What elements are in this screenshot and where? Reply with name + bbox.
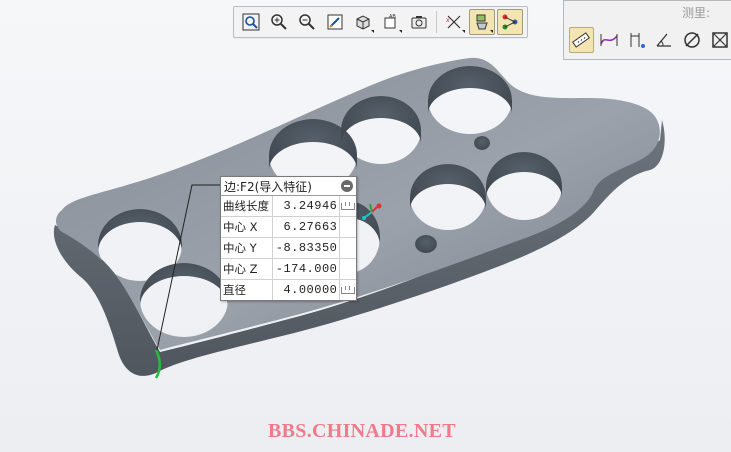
info-label: 中心 X — [221, 217, 273, 237]
measure-panel-title: 测里: — [681, 6, 710, 20]
measure-diameter-icon[interactable] — [680, 27, 705, 53]
info-label: 中心 Z — [221, 259, 273, 279]
info-value: -174.000 — [273, 259, 341, 279]
measure-length-icon[interactable] — [569, 27, 594, 53]
repaint-icon[interactable] — [322, 9, 348, 35]
info-label: 中心 Y — [221, 238, 273, 258]
measure-angle-icon[interactable] — [652, 27, 677, 53]
annotation-display-icon[interactable] — [469, 9, 495, 35]
zoom-out-icon[interactable] — [294, 9, 320, 35]
measure-area-icon[interactable] — [707, 27, 731, 53]
info-value: 6.27663 — [273, 217, 341, 237]
measure-panel: 测里: — [563, 0, 731, 60]
display-style-icon[interactable] — [350, 9, 376, 35]
model-viewport[interactable] — [0, 0, 731, 452]
measure-distance-icon[interactable] — [624, 27, 649, 53]
info-label: 曲线长度 — [221, 196, 273, 216]
view-manager-icon[interactable] — [406, 9, 432, 35]
info-value: 3.24946 — [273, 196, 341, 216]
toolbar-separator — [436, 11, 437, 33]
info-row-center-x: 中心 X 6.27663 — [221, 217, 356, 238]
info-label: 直径 — [221, 280, 273, 300]
svg-text:x: x — [446, 17, 450, 24]
info-row-diameter: 直径 4.00000 — [221, 280, 356, 300]
collapse-icon[interactable] — [341, 180, 353, 192]
watermark: BBS.CHINADE.NET — [268, 420, 456, 442]
info-value: 4.00000 — [273, 280, 341, 300]
info-row-center-z: 中心 Z -174.000 — [221, 259, 356, 280]
popup-header: 边:F2(导入特征) — [221, 177, 356, 196]
spin-center-icon[interactable] — [497, 9, 523, 35]
unit-icon[interactable] — [341, 201, 356, 210]
measure-curve-icon[interactable] — [597, 27, 622, 53]
saved-views-icon[interactable]: AB — [378, 9, 404, 35]
zoom-in-icon[interactable] — [266, 9, 292, 35]
popup-title: 边:F2(导入特征) — [224, 179, 312, 194]
zoom-fit-icon[interactable] — [238, 9, 264, 35]
svg-text:AB: AB — [389, 14, 396, 20]
edge-info-popup: 边:F2(导入特征) 曲线长度 3.24946 中心 X 6.27663 中心 … — [220, 176, 357, 301]
info-row-center-y: 中心 Y -8.83350 — [221, 238, 356, 259]
unit-icon[interactable] — [341, 285, 356, 294]
datum-display-icon[interactable]: x — [441, 9, 467, 35]
info-row-curve-length: 曲线长度 3.24946 — [221, 196, 356, 217]
view-toolbar: AB x — [233, 6, 528, 38]
info-value: -8.83350 — [273, 238, 341, 258]
